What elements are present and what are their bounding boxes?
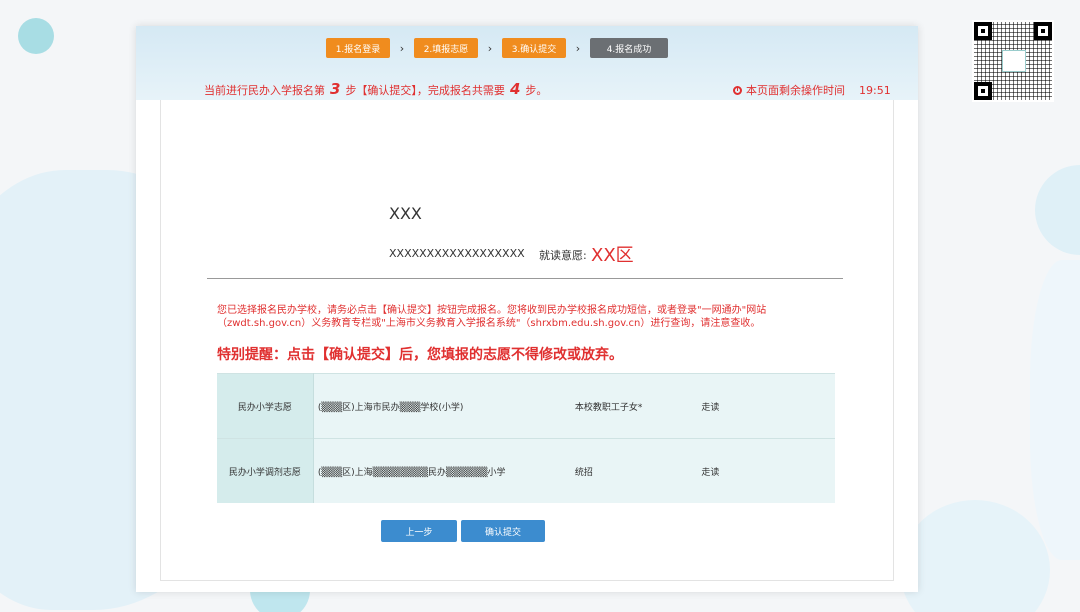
registration-panel: 1.报名登录 › 2.填报志愿 › 3.确认提交 › 4.报名成功 当前进行民办… xyxy=(136,26,918,592)
choice-mode: 走读 xyxy=(700,438,835,503)
intent-value: XX区 xyxy=(591,245,634,266)
step-indicator: 1.报名登录 › 2.填报志愿 › 3.确认提交 › 4.报名成功 xyxy=(326,38,668,58)
choice-school: (▒▒▒区)上海▒▒▒▒▒▒▒▒民办▒▒▒▒▒▒小学 xyxy=(313,438,574,503)
current-step-number: 3 xyxy=(330,80,341,98)
total-steps-number: 4 xyxy=(509,80,521,98)
choice-category: 本校教职工子女* xyxy=(573,373,701,439)
chevron-right-icon: › xyxy=(487,41,493,55)
decor-circle xyxy=(1035,165,1080,255)
divider xyxy=(207,278,843,279)
decor-circle xyxy=(18,18,54,54)
chevron-right-icon: › xyxy=(575,41,581,55)
choices-table: 民办小学志愿 (▒▒▒区)上海市民办▒▒▒学校(小学) 本校教职工子女* 走读 … xyxy=(217,373,835,503)
progress-status: 当前进行民办入学报名第 3 步【确认提交】，完成报名共需要 4 步。 xyxy=(204,80,548,98)
special-warning: 特别提醒：点击【确认提交】后，您填报的志愿不得修改或放弃。 xyxy=(217,347,623,363)
student-name: XXX xyxy=(389,204,422,223)
confirmation-content: XXX XXXXXXXXXXXXXXXXXX 就读意愿: XX区 您已选择报名民… xyxy=(160,100,894,581)
submission-notice: 您已选择报名民办学校，请务必点击【确认提交】按钮完成报名。您将收到民办学校报名成… xyxy=(217,305,767,329)
step-3: 3.确认提交 xyxy=(502,38,566,58)
confirm-submit-button[interactable]: 确认提交 xyxy=(461,520,545,542)
qr-code xyxy=(972,20,1054,102)
table-row: 民办小学调剂志愿 (▒▒▒区)上海▒▒▒▒▒▒▒▒民办▒▒▒▒▒▒小学 统招 走… xyxy=(217,438,835,503)
table-row: 民办小学志愿 (▒▒▒区)上海市民办▒▒▒学校(小学) 本校教职工子女* 走读 xyxy=(217,373,835,439)
choice-label: 民办小学志愿 xyxy=(217,373,314,439)
choice-label: 民办小学调剂志愿 xyxy=(217,438,314,503)
step-2: 2.填报志愿 xyxy=(414,38,478,58)
timer-value: 19:51 xyxy=(859,83,891,97)
previous-step-button[interactable]: 上一步 xyxy=(381,520,457,542)
choice-category: 统招 xyxy=(573,438,701,503)
choice-mode: 走读 xyxy=(700,373,835,439)
intent-label: 就读意愿: xyxy=(539,249,587,262)
decor-blob xyxy=(900,500,1050,612)
step-1: 1.报名登录 xyxy=(326,38,390,58)
decor-blob xyxy=(1030,260,1080,560)
clock-icon xyxy=(733,85,742,95)
chevron-right-icon: › xyxy=(399,41,405,55)
step-4: 4.报名成功 xyxy=(590,38,668,58)
countdown-timer: 本页面剩余操作时间 19:51 xyxy=(733,82,891,98)
choice-school: (▒▒▒区)上海市民办▒▒▒学校(小学) xyxy=(313,373,574,439)
action-buttons: 上一步 确认提交 xyxy=(381,520,545,542)
progress-header: 1.报名登录 › 2.填报志愿 › 3.确认提交 › 4.报名成功 当前进行民办… xyxy=(136,26,918,100)
timer-label: 本页面剩余操作时间 xyxy=(746,84,845,97)
student-id: XXXXXXXXXXXXXXXXXX xyxy=(389,247,525,260)
